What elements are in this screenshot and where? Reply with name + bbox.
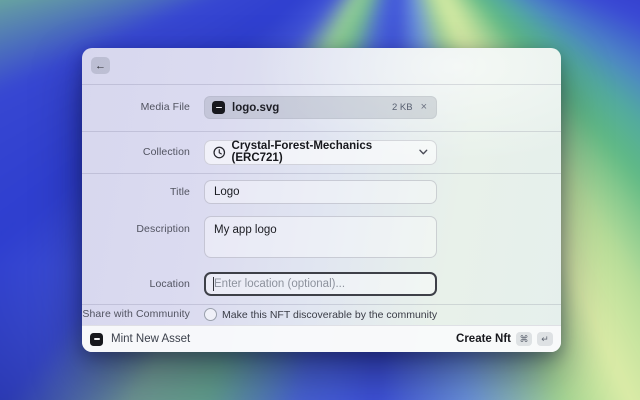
title-row: Title xyxy=(82,178,561,206)
description-textarea[interactable]: My app logo xyxy=(204,216,437,258)
return-key-icon: ↵ xyxy=(537,332,553,346)
mint-asset-dialog: ← Media File logo.svg 2 KB × Collection xyxy=(82,48,561,352)
clock-icon xyxy=(213,146,226,159)
media-file-row: Media File logo.svg 2 KB × xyxy=(82,84,561,131)
back-button[interactable]: ← xyxy=(91,57,110,74)
description-label: Description xyxy=(82,216,190,236)
location-input[interactable] xyxy=(204,272,437,296)
file-size: 2 KB xyxy=(392,102,413,113)
description-row: Description My app logo xyxy=(82,216,561,258)
screen: ← Media File logo.svg 2 KB × Collection xyxy=(0,0,640,400)
share-row: Share with Community Make this NFT disco… xyxy=(82,304,561,325)
remove-file-icon[interactable]: × xyxy=(421,102,427,113)
share-label: Share with Community xyxy=(82,308,190,321)
collection-value: Crystal-Forest-Mechanics (ERC721) xyxy=(232,140,420,164)
back-arrow-icon: ← xyxy=(95,60,106,72)
location-row: Location xyxy=(82,272,561,296)
dialog-footer: Mint New Asset Create Nft ⌘ ↵ xyxy=(82,325,561,352)
file-icon xyxy=(212,101,225,114)
app-icon xyxy=(90,333,103,346)
title-label: Title xyxy=(82,186,190,199)
file-name: logo.svg xyxy=(232,102,392,114)
section-divider xyxy=(82,173,561,174)
command-key-icon: ⌘ xyxy=(516,332,532,346)
location-label: Location xyxy=(82,278,190,291)
collection-row: Collection Crystal-Forest-Mechanics (ERC… xyxy=(82,131,561,173)
app-name: Mint New Asset xyxy=(111,333,456,345)
chevron-down-icon xyxy=(419,149,428,155)
collection-label: Collection xyxy=(82,146,190,159)
media-file-chip[interactable]: logo.svg 2 KB × xyxy=(204,96,437,119)
share-checkbox[interactable] xyxy=(204,308,217,321)
location-field-wrap xyxy=(204,272,437,296)
share-option-text: Make this NFT discoverable by the commun… xyxy=(222,309,437,321)
media-file-label: Media File xyxy=(82,101,190,114)
title-input[interactable] xyxy=(204,180,437,204)
text-caret xyxy=(213,277,214,291)
collection-select[interactable]: Crystal-Forest-Mechanics (ERC721) xyxy=(204,140,437,165)
create-nft-button[interactable]: Create Nft xyxy=(456,333,511,345)
